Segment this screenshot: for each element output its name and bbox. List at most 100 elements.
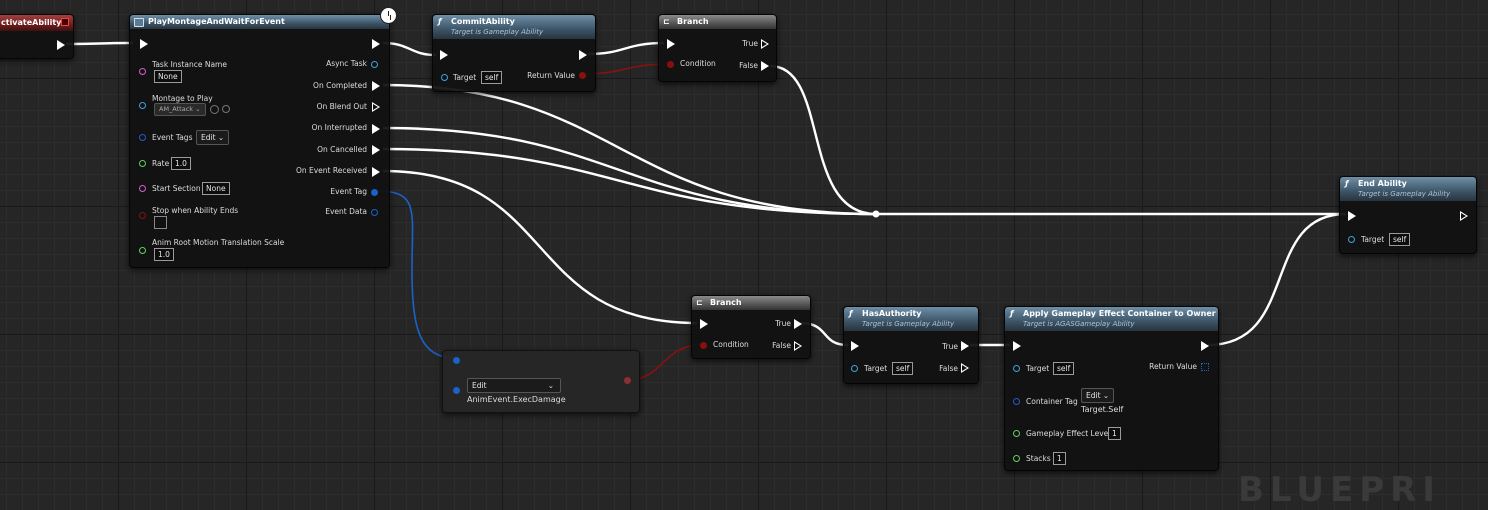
anim-root-motion-pin[interactable] xyxy=(139,247,146,254)
tag-edit-label: Edit xyxy=(472,381,487,390)
search-icon[interactable] xyxy=(222,105,230,113)
event-tags-edit-label: Edit xyxy=(201,133,216,142)
condition-pin[interactable] xyxy=(700,342,707,349)
target-pin[interactable] xyxy=(851,365,858,372)
node-header: ƒ HasAuthority Target is Gameplay Abilit… xyxy=(844,307,978,331)
node-header: ⊏ Branch xyxy=(659,15,776,29)
exec-in-pin[interactable] xyxy=(700,319,708,329)
make-gameplay-tag-node[interactable]: Edit ⌄ AnimEvent.ExecDamage xyxy=(442,350,640,413)
rate-label: Rate xyxy=(152,159,170,168)
on-cancelled-exec-pin[interactable] xyxy=(372,145,380,155)
container-tag-edit-dropdown[interactable]: Edit ⌄ xyxy=(1081,388,1115,403)
blueprint-watermark: BLUEPRI xyxy=(1238,470,1441,510)
on-interrupted-exec-pin[interactable] xyxy=(372,124,380,134)
exec-in-pin[interactable] xyxy=(440,50,448,60)
commit-ability-node[interactable]: ƒ CommitAbility Target is Gameplay Abili… xyxy=(432,14,596,92)
anim-root-motion-input[interactable]: 1.0 xyxy=(154,248,174,261)
end-ability-node[interactable]: ƒ End Ability Target is Gameplay Ability… xyxy=(1339,176,1477,254)
exec-in-pin[interactable] xyxy=(140,39,148,49)
event-tags-pin[interactable] xyxy=(139,134,146,141)
wire-commit-to-branch1 xyxy=(587,41,665,56)
return-value-label: Return Value xyxy=(1149,362,1197,371)
wire-oneventreceived xyxy=(382,169,698,325)
output-event-tag-label: Event Tag xyxy=(330,187,367,196)
task-instance-name-pin[interactable] xyxy=(139,68,146,75)
on-blend-out-exec-pin[interactable] xyxy=(372,102,380,112)
gameplay-effect-level-input[interactable]: 1 xyxy=(1108,427,1121,440)
montage-asset-dropdown[interactable]: AM_Attack ⌄ xyxy=(154,103,206,116)
stop-when-ability-ends-pin[interactable] xyxy=(139,212,146,219)
tag-output-pin[interactable] xyxy=(624,377,631,384)
chevron-down-icon: ⌄ xyxy=(1102,391,1110,400)
target-pin[interactable] xyxy=(441,74,448,81)
exec-in-pin[interactable] xyxy=(667,39,675,49)
task-instance-name-label: Task Instance Name xyxy=(152,60,227,69)
output-event-data-label: Event Data xyxy=(325,207,367,216)
condition-pin[interactable] xyxy=(667,61,674,68)
node-subtitle: Target is AGASGameplay Ability xyxy=(1023,320,1135,328)
true-exec-pin[interactable] xyxy=(794,319,802,329)
exec-in-pin[interactable] xyxy=(1348,211,1356,221)
task-instance-name-input[interactable]: None xyxy=(154,70,182,83)
exec-out-pin[interactable] xyxy=(579,50,587,60)
on-completed-exec-pin[interactable] xyxy=(372,81,380,91)
target-label: Target xyxy=(1026,364,1050,373)
return-value-array-pin[interactable] xyxy=(1201,363,1209,371)
node-header: ctivateAbility xyxy=(0,15,73,31)
target-label: Target xyxy=(1361,235,1385,244)
target-input[interactable]: self xyxy=(1389,233,1411,246)
node-title: Branch xyxy=(710,298,742,307)
apply-gameplay-effect-container-node[interactable]: ƒ Apply Gameplay Effect Container to Own… xyxy=(1004,306,1219,471)
start-section-input[interactable]: None xyxy=(202,182,230,195)
target-input[interactable]: self xyxy=(892,362,914,375)
branch-node-1[interactable]: ⊏ Branch Condition True False xyxy=(658,14,777,82)
on-event-received-exec-pin[interactable] xyxy=(372,167,380,177)
target-input[interactable]: self xyxy=(481,71,503,84)
target-pin[interactable] xyxy=(1348,236,1355,243)
false-exec-pin[interactable] xyxy=(794,341,802,351)
play-montage-node[interactable]: PlayMontageAndWaitForEvent Task Instance… xyxy=(129,7,397,268)
false-exec-pin[interactable] xyxy=(761,61,769,71)
event-data-pin[interactable] xyxy=(371,209,378,216)
true-exec-pin[interactable] xyxy=(761,39,769,49)
exec-in-pin[interactable] xyxy=(851,341,859,351)
browse-icon[interactable] xyxy=(210,105,219,114)
tag-input-pin-top[interactable] xyxy=(453,357,460,364)
delegate-icon xyxy=(61,18,69,26)
tag-edit-dropdown[interactable]: Edit ⌄ xyxy=(467,378,561,393)
exec-out-pin[interactable] xyxy=(1201,341,1209,351)
rate-input[interactable]: 1.0 xyxy=(171,157,191,170)
stacks-input[interactable]: 1 xyxy=(1053,452,1066,465)
event-tags-edit-dropdown[interactable]: Edit ⌄ xyxy=(196,130,230,145)
return-value-pin[interactable] xyxy=(579,72,586,79)
exec-out-pin[interactable] xyxy=(1460,211,1468,221)
wire-oncancelled xyxy=(382,147,877,216)
wire-montage-to-commit xyxy=(382,41,437,57)
tag-input-pin[interactable] xyxy=(453,387,460,394)
branch-node-2[interactable]: ⊏ Branch Condition True False xyxy=(691,295,811,359)
async-task-pin[interactable] xyxy=(371,61,378,68)
has-authority-node[interactable]: ƒ HasAuthority Target is Gameplay Abilit… xyxy=(843,306,979,384)
wire-oninterrupted xyxy=(382,126,877,216)
event-tag-pin[interactable] xyxy=(371,189,378,196)
task-icon xyxy=(134,18,144,27)
target-input[interactable]: self xyxy=(1053,362,1075,375)
node-header: ƒ CommitAbility Target is Gameplay Abili… xyxy=(433,15,595,39)
montage-to-play-label: Montage to Play xyxy=(152,94,213,103)
rate-pin[interactable] xyxy=(139,160,146,167)
exec-out-pin[interactable] xyxy=(57,40,65,50)
stacks-pin[interactable] xyxy=(1013,455,1020,462)
exec-out-pin[interactable] xyxy=(372,39,380,49)
true-exec-pin[interactable] xyxy=(961,341,969,351)
montage-to-play-pin[interactable] xyxy=(139,102,146,109)
gameplay-effect-level-pin[interactable] xyxy=(1013,430,1020,437)
return-value-label: Return Value xyxy=(527,71,575,80)
stop-when-ability-ends-checkbox[interactable] xyxy=(154,216,167,229)
target-pin[interactable] xyxy=(1013,365,1020,372)
false-exec-pin[interactable] xyxy=(961,363,969,373)
node-subtitle: Target is Gameplay Ability xyxy=(1358,190,1451,198)
start-section-pin[interactable] xyxy=(139,185,146,192)
event-activate-ability-node[interactable]: ctivateAbility xyxy=(0,14,74,59)
exec-in-pin[interactable] xyxy=(1013,341,1021,351)
container-tag-pin[interactable] xyxy=(1013,398,1020,405)
